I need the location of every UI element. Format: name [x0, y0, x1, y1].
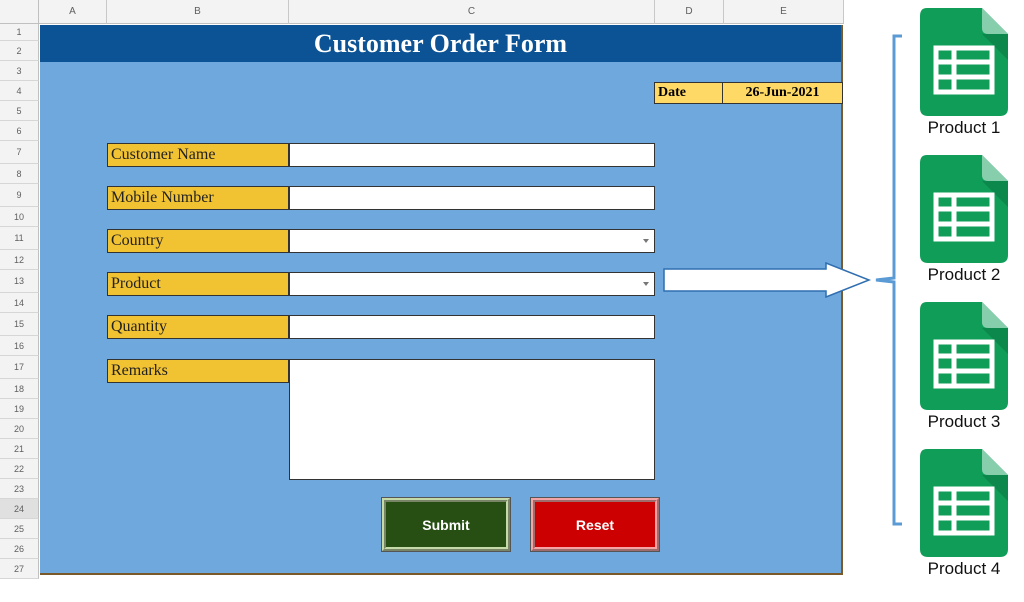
row-header-15[interactable]: 15	[0, 313, 39, 336]
row-header-6[interactable]: 6	[0, 121, 39, 141]
chevron-down-icon[interactable]	[643, 282, 649, 286]
product-label: Product 1	[927, 118, 1001, 137]
google-sheets-icon	[920, 155, 1008, 263]
row-header-22[interactable]: 22	[0, 459, 39, 479]
row-header-3[interactable]: 3	[0, 61, 39, 81]
row-header-14[interactable]: 14	[0, 293, 39, 313]
reset-button[interactable]: Reset	[530, 497, 660, 552]
product-label: Product	[107, 272, 289, 296]
column-header-c[interactable]: C	[289, 0, 655, 24]
column-header-a[interactable]: A	[39, 0, 107, 24]
customer-name-field[interactable]	[289, 143, 655, 167]
google-sheets-icon	[920, 302, 1008, 410]
row-header-4[interactable]: 4	[0, 81, 39, 101]
row-header-16[interactable]: 16	[0, 336, 39, 356]
row-header-21[interactable]: 21	[0, 439, 39, 459]
row-header-10[interactable]: 10	[0, 207, 39, 227]
row-header-23[interactable]: 23	[0, 479, 39, 499]
arrow-right-icon	[663, 262, 872, 298]
chevron-down-icon[interactable]	[643, 239, 649, 243]
country-dropdown[interactable]	[289, 229, 655, 253]
row-header-27[interactable]: 27	[0, 559, 39, 579]
quantity-label: Quantity	[107, 315, 289, 339]
row-header-11[interactable]: 11	[0, 227, 39, 250]
quantity-field[interactable]	[289, 315, 655, 339]
row-header-7[interactable]: 7	[0, 141, 39, 164]
row-header-26[interactable]: 26	[0, 539, 39, 559]
mobile-number-label: Mobile Number	[107, 186, 289, 210]
mobile-number-field[interactable]	[289, 186, 655, 210]
bracket-icon	[875, 34, 902, 526]
product-label: Product 2	[927, 265, 1001, 284]
product-label: Product 3	[927, 412, 1001, 431]
select-all-corner[interactable]	[0, 0, 39, 24]
row-header-24[interactable]: 24	[0, 499, 39, 519]
remarks-field[interactable]	[289, 359, 655, 480]
google-sheets-icon	[920, 8, 1008, 116]
google-sheets-icon	[920, 449, 1008, 557]
row-header-19[interactable]: 19	[0, 399, 39, 419]
column-header-e[interactable]: E	[724, 0, 844, 24]
product-label: Product 4	[927, 559, 1001, 578]
row-header-5[interactable]: 5	[0, 101, 39, 121]
row-header-13[interactable]: 13	[0, 270, 39, 293]
date-label: Date	[654, 82, 723, 104]
row-header-18[interactable]: 18	[0, 379, 39, 399]
row-header-25[interactable]: 25	[0, 519, 39, 539]
date-value[interactable]: 26-Jun-2021	[723, 82, 843, 104]
remarks-label: Remarks	[107, 359, 289, 383]
product-dropdown[interactable]	[289, 272, 655, 296]
row-header-17[interactable]: 17	[0, 356, 39, 379]
column-header-d[interactable]: D	[655, 0, 724, 24]
row-header-2[interactable]: 2	[0, 41, 39, 61]
customer-name-label: Customer Name	[107, 143, 289, 167]
row-header-9[interactable]: 9	[0, 184, 39, 207]
row-header-20[interactable]: 20	[0, 419, 39, 439]
country-label: Country	[107, 229, 289, 253]
row-header-1[interactable]: 1	[0, 24, 39, 41]
order-form: Customer Order Form Date 26-Jun-2021 Cus…	[40, 25, 843, 575]
row-header-12[interactable]: 12	[0, 250, 39, 270]
submit-button[interactable]: Submit	[381, 497, 511, 552]
row-header-8[interactable]: 8	[0, 164, 39, 184]
column-header-b[interactable]: B	[107, 0, 289, 24]
form-title: Customer Order Form	[40, 25, 841, 62]
